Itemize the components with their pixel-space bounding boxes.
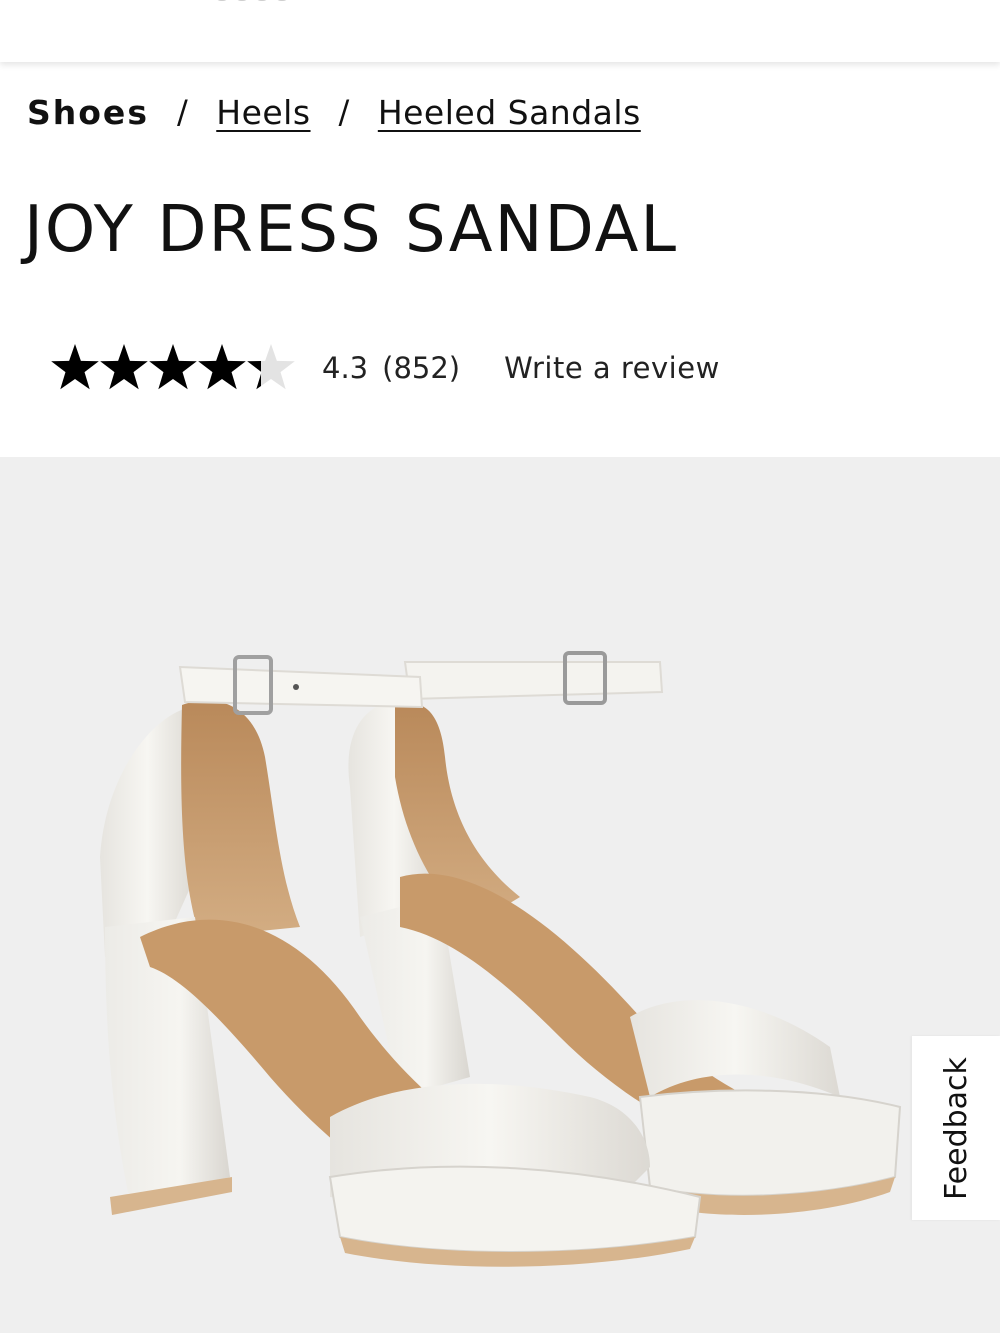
rating-row: 4.3 (852) Write a review (50, 340, 720, 396)
breadcrumb-item-heels[interactable]: Heels (216, 93, 310, 132)
breadcrumb: Shoes / Heels / Heeled Sandals (27, 88, 641, 136)
star-filled-icon (100, 344, 148, 390)
star-icons (51, 344, 295, 390)
breadcrumb-item-heeled-sandals[interactable]: Heeled Sandals (378, 93, 641, 132)
product-image[interactable] (0, 457, 1000, 1333)
breadcrumb-separator: / (338, 93, 350, 131)
rating-count[interactable]: (852) (382, 351, 460, 385)
feedback-label: Feedback (938, 1056, 974, 1200)
write-review-link[interactable]: Write a review (504, 351, 720, 385)
product-photo-icon (100, 651, 902, 1267)
product-page: Shoes / Heels / Heeled Sandals JOY DRESS… (0, 0, 1000, 1333)
logo[interactable] (215, 0, 305, 2)
star-filled-icon (198, 344, 246, 390)
product-title: JOY DRESS SANDAL (24, 193, 679, 267)
breadcrumb-separator: / (176, 93, 189, 131)
site-header (0, 0, 1000, 62)
breadcrumb-item-shoes[interactable]: Shoes (27, 93, 149, 132)
star-filled-icon (149, 344, 197, 390)
star-rating[interactable] (50, 342, 298, 394)
rating-value: 4.3 (322, 351, 369, 385)
star-filled-icon (51, 344, 99, 390)
feedback-tab[interactable]: Feedback (912, 1036, 1000, 1220)
